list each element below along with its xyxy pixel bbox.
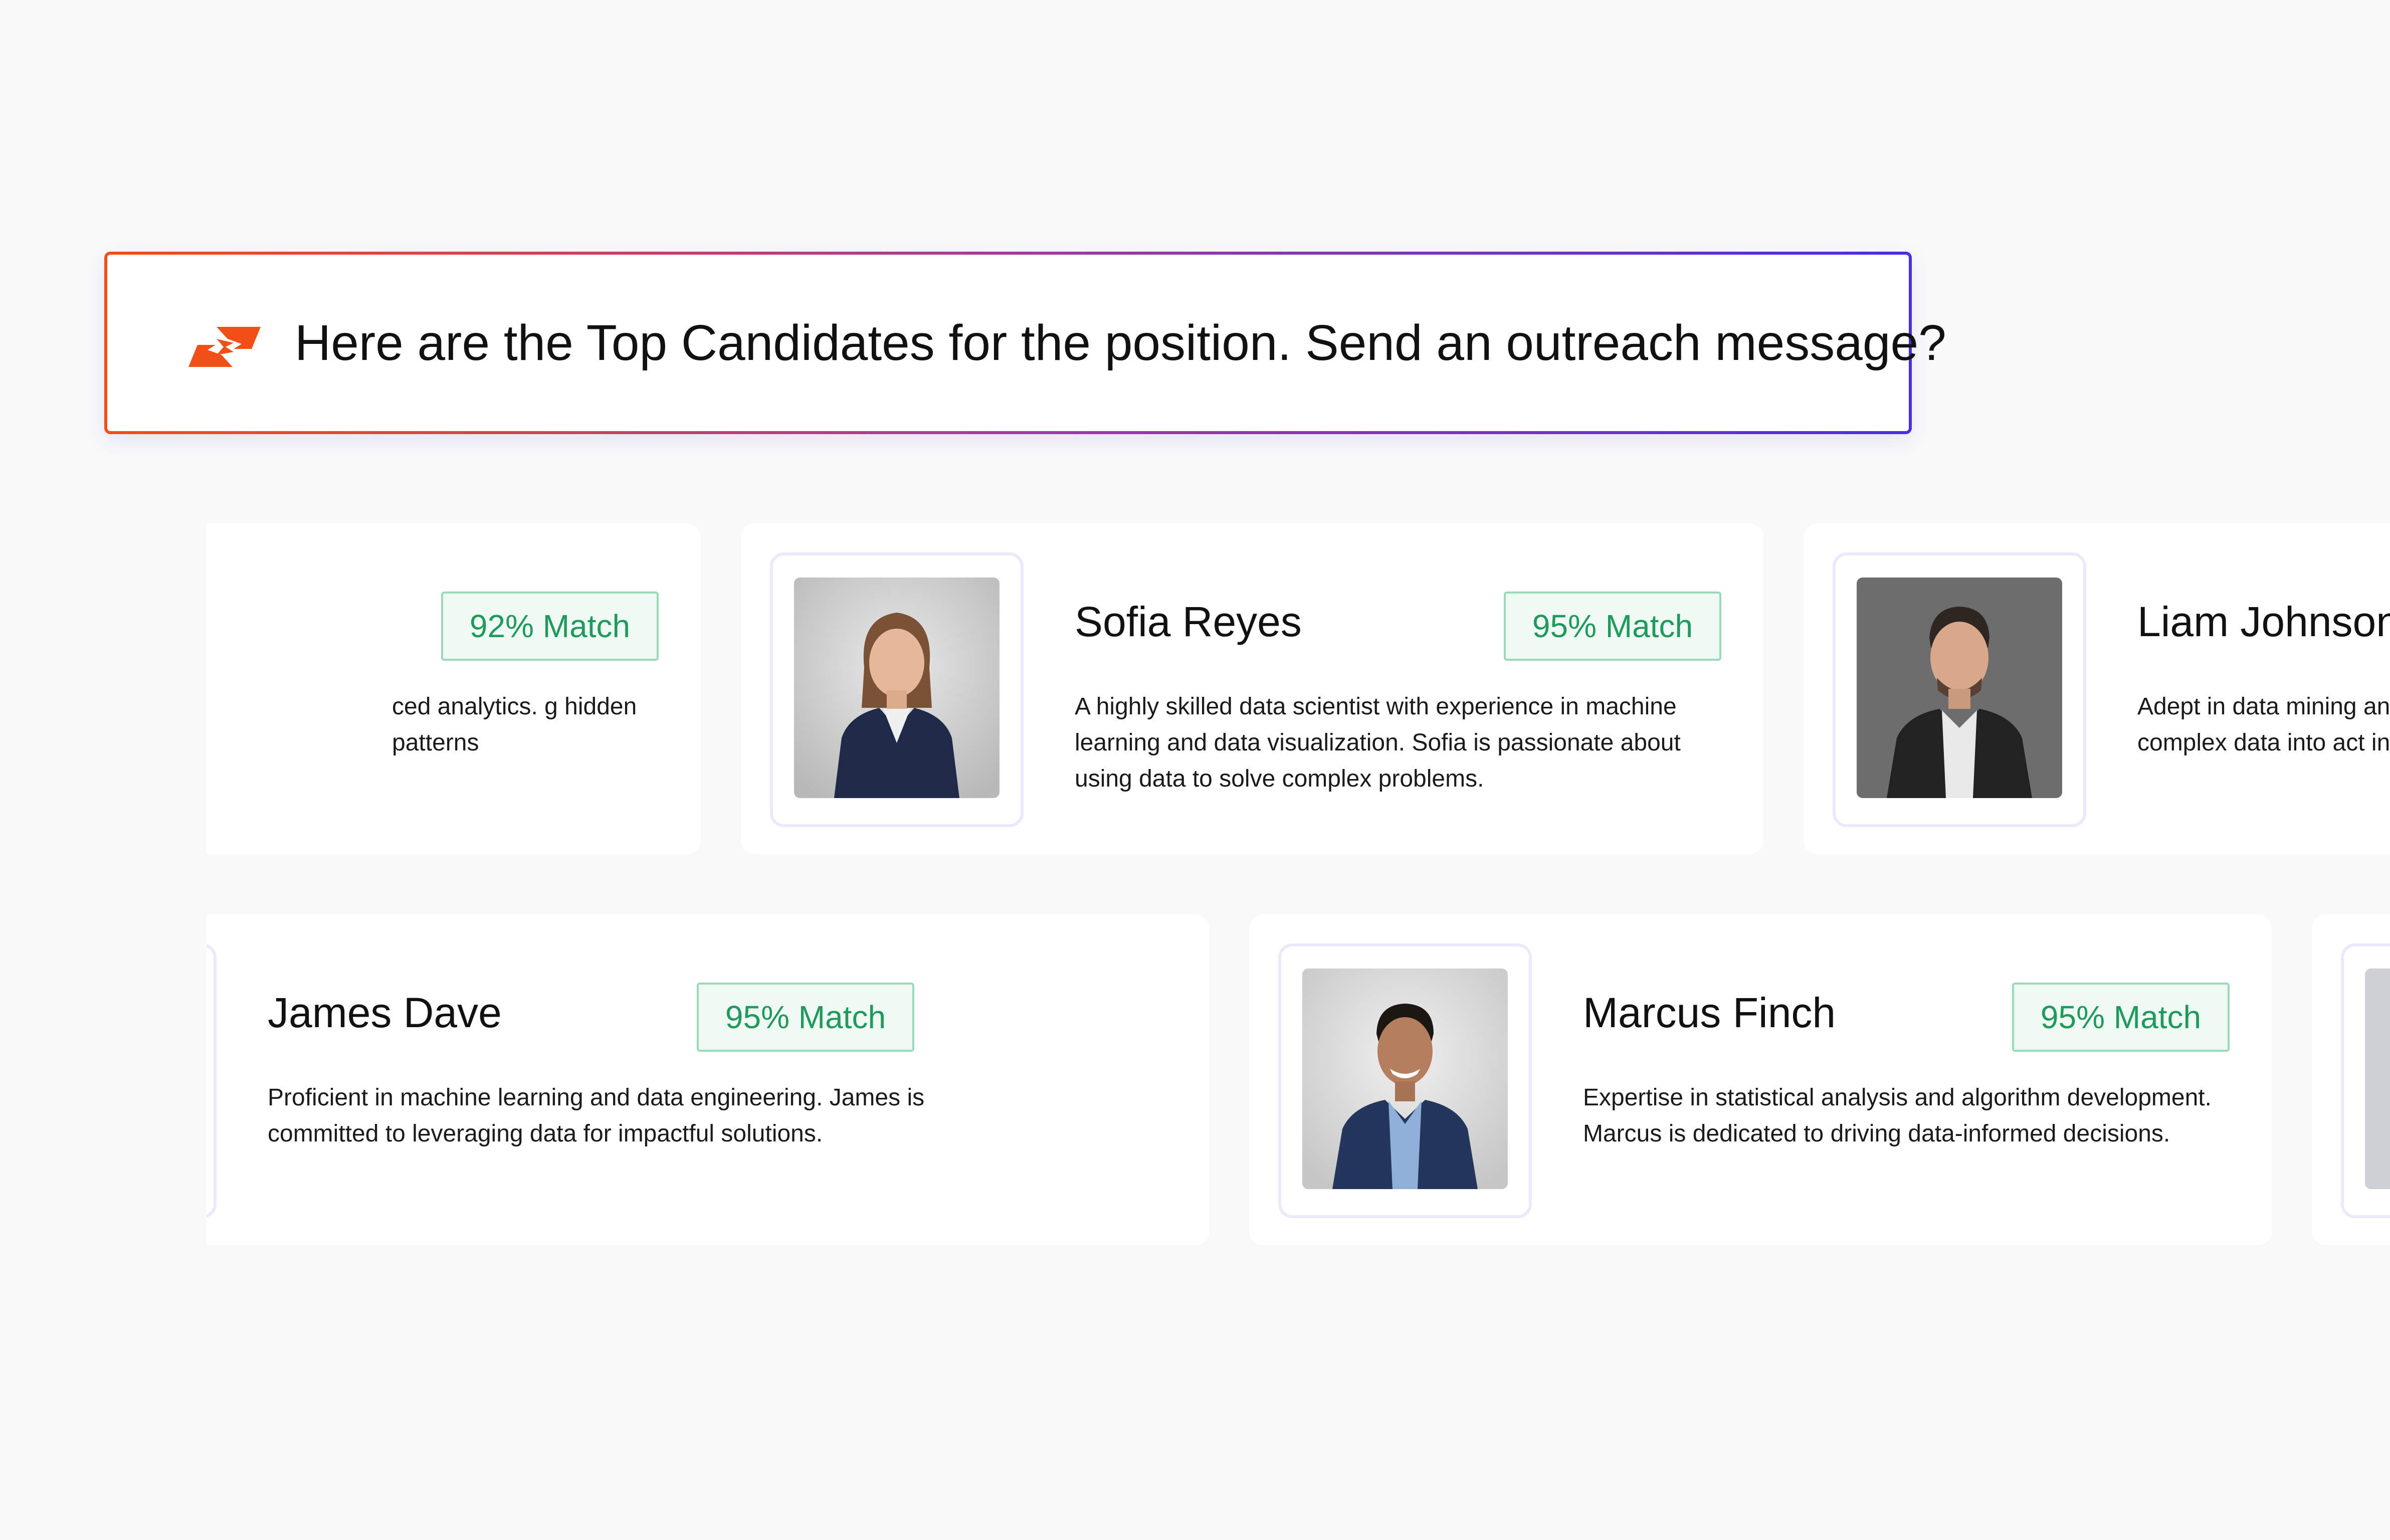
match-badge: 95% Match <box>697 983 914 1052</box>
candidate-card-sofia-reyes[interactable]: Sofia Reyes 95% Match A highly skilled d… <box>741 523 1763 854</box>
prompt-message: Here are the Top Candidates for the posi… <box>295 315 1946 371</box>
candidate-card-liam-johnson[interactable]: Liam Johnson 9 Adept in data mining and … <box>1804 523 2390 854</box>
candidate-name: James Dave <box>268 989 502 1036</box>
candidate-card[interactable] <box>2312 914 2390 1245</box>
candidate-card[interactable]: 92% Match ced analytics. g hidden patter… <box>207 523 701 854</box>
candidate-carousel-row-2[interactable]: James Dave 95% Match Proficient in machi… <box>207 912 2390 1248</box>
assistant-prompt-banner[interactable]: Here are the Top Candidates for the posi… <box>104 252 1946 434</box>
candidate-description: ced analytics. g hidden patterns <box>392 693 637 756</box>
candidate-photo-frame <box>207 943 217 1218</box>
candidate-name: Sofia Reyes <box>1075 598 1302 645</box>
match-badge: 95% Match <box>2012 983 2230 1052</box>
candidate-carousel-row-1[interactable]: 92% Match ced analytics. g hidden patter… <box>207 521 2390 857</box>
candidate-description: A highly skilled data scientist with exp… <box>1075 693 1681 792</box>
candidate-photo-frame <box>1833 552 2086 827</box>
candidate-photo-frame <box>1278 943 1532 1218</box>
candidate-photo-frame <box>2341 943 2390 1218</box>
match-badge: 95% Match <box>1504 592 1721 661</box>
candidate-name: Marcus Finch <box>1583 989 1836 1036</box>
candidate-description: Adept in data mining and predictive mode… <box>2137 693 2390 756</box>
candidate-name: Liam Johnson <box>2137 598 2390 645</box>
candidate-photo <box>1302 969 1508 1189</box>
candidate-photo-frame <box>770 552 1024 827</box>
brand-spark-logo-icon <box>188 327 261 367</box>
match-badge: 92% Match <box>441 592 659 661</box>
candidate-photo <box>794 578 1000 798</box>
candidate-description: Expertise in statistical analysis and al… <box>1583 1084 2212 1147</box>
candidate-description: Proficient in machine learning and data … <box>268 1084 925 1147</box>
candidate-photo <box>1857 578 2062 798</box>
candidate-card-james-dave[interactable]: James Dave 95% Match Proficient in machi… <box>207 914 1209 1245</box>
candidate-photo <box>2365 969 2390 1189</box>
candidate-card-marcus-finch[interactable]: Marcus Finch 95% Match Expertise in stat… <box>1249 914 2272 1245</box>
